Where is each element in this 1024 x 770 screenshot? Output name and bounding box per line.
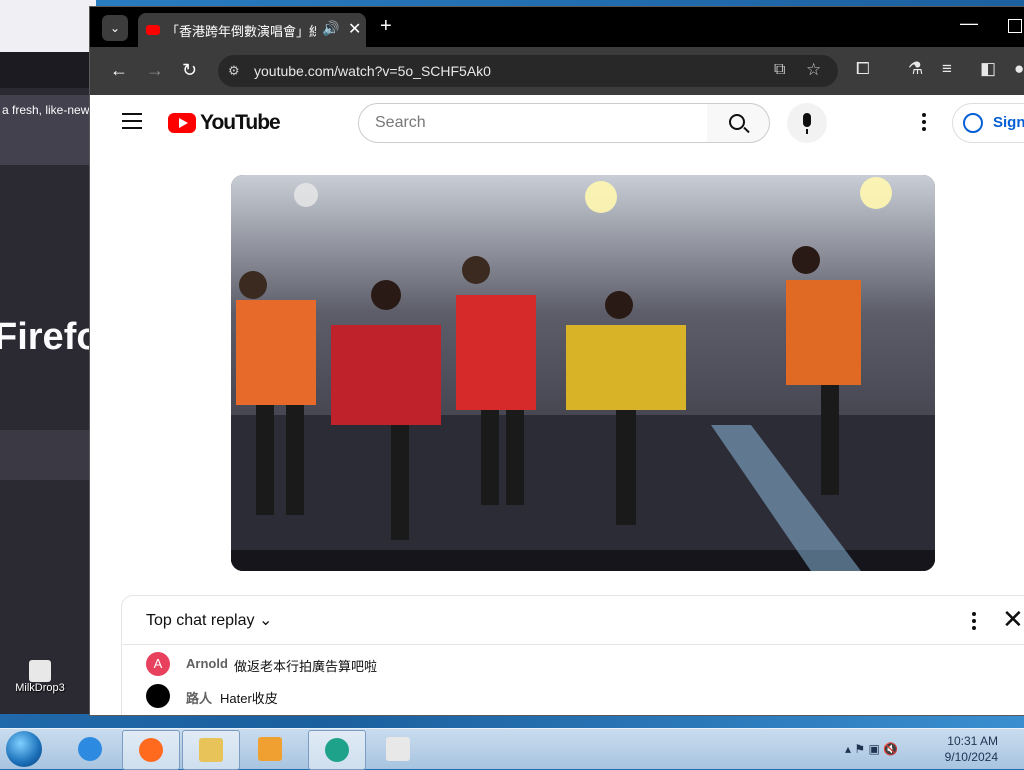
firefox-brand-text: Firefo — [0, 316, 96, 358]
chat-close-icon[interactable]: ✕ — [1002, 604, 1024, 635]
voice-search-button[interactable] — [787, 103, 827, 143]
minimize-button[interactable]: — — [960, 13, 978, 34]
firefox-panel — [0, 430, 96, 480]
tab-search-button[interactable]: ⌄ — [102, 15, 128, 41]
chat-text: Hater收皮 — [220, 691, 278, 706]
chrome-window: ⌄ 「香港跨年倒數演唱會」線上 🔊 ✕ + — ← → ↻ ⚙ youtube.… — [89, 6, 1024, 716]
new-tab-button[interactable]: + — [380, 15, 392, 38]
search-icon-handle — [743, 126, 750, 134]
install-app-icon[interactable]: ⧉ — [774, 61, 785, 79]
chrome-icon — [325, 738, 349, 762]
tab-title: 「香港跨年倒數演唱會」線上 — [166, 24, 316, 39]
back-button[interactable]: ← — [110, 59, 128, 81]
video-frame — [231, 175, 935, 571]
taskbar: ▴ ⚑ ▣ 🔇 10:31 AM 9/10/2024 — [0, 728, 1024, 770]
sign-in-label: Sign — [993, 114, 1024, 131]
chat-header-label: Top chat replay — [146, 612, 255, 629]
video-player[interactable] — [231, 175, 935, 571]
tab-youtube[interactable]: 「香港跨年倒數演唱會」線上 🔊 ✕ — [138, 13, 366, 47]
firefox-icon — [139, 738, 163, 762]
browser-toolbar: ← → ↻ ⚙ youtube.com/watch?v=5o_SCHF5Ak0 … — [90, 47, 1024, 95]
youtube-logo-text[interactable]: YouTube — [200, 111, 281, 135]
chat-divider — [122, 644, 1024, 645]
tab-bar: ⌄ 「香港跨年倒數演唱會」線上 🔊 ✕ + — — [90, 7, 1024, 47]
media-player-icon — [258, 737, 282, 761]
taskbar-internet-explorer[interactable] — [62, 730, 118, 768]
taskbar-firefox[interactable] — [122, 730, 180, 770]
firefox-window[interactable]: a fresh, like-new Firefo — [0, 0, 96, 714]
play-triangle-icon — [179, 118, 188, 128]
system-tray[interactable]: ▴ ⚑ ▣ 🔇 — [845, 742, 898, 756]
address-bar[interactable]: ⚙ youtube.com/watch?v=5o_SCHF5Ak0 ⧉ ☆ — [218, 55, 838, 87]
clock-date: 9/10/2024 — [944, 750, 998, 764]
microphone-icon-stem — [806, 129, 808, 134]
side-panel-icon[interactable]: ◧ — [980, 59, 996, 79]
chevron-down-icon: ⌄ — [258, 612, 273, 629]
labs-flask-icon[interactable]: ⚗ — [908, 59, 923, 79]
taskbar-chrome[interactable] — [308, 730, 366, 770]
microphone-icon — [803, 113, 811, 127]
tab-close-button[interactable]: ✕ — [348, 19, 361, 39]
chat-author: Arnold — [186, 656, 228, 671]
taskbar-milkdrop[interactable] — [370, 730, 426, 768]
firefox-hero-text: a fresh, like-new — [2, 103, 90, 117]
live-chat-panel: Top chat replay ⌄ ✕ A Arnold 做返老本行拍廣告算吧啦… — [121, 595, 1024, 715]
internet-explorer-icon — [78, 737, 102, 761]
start-button[interactable] — [6, 731, 42, 767]
maximize-button[interactable] — [1008, 19, 1022, 33]
avatar: A — [146, 652, 170, 676]
site-info-icon[interactable]: ⚙ — [228, 63, 240, 79]
folder-icon — [199, 738, 223, 762]
milkdrop-icon — [29, 660, 51, 682]
network-icon[interactable]: ▣ — [868, 742, 879, 756]
chat-more-icon[interactable] — [972, 612, 976, 633]
extensions-icon[interactable]: ⧠ — [856, 59, 870, 79]
youtube-page: YouTube Search Sign Top chat replay ⌄ ✕ … — [90, 95, 1024, 715]
taskbar-explorer[interactable] — [182, 730, 240, 770]
sign-in-button[interactable]: Sign — [952, 103, 1024, 143]
bookmark-star-icon[interactable]: ☆ — [806, 60, 821, 80]
volume-muted-icon[interactable]: 🔇 — [883, 742, 898, 756]
hamburger-menu-icon[interactable] — [122, 113, 142, 134]
taskbar-media-player[interactable] — [242, 730, 298, 768]
forward-button[interactable]: → — [146, 59, 164, 81]
search-placeholder: Search — [375, 114, 426, 131]
firefox-titlebar — [0, 0, 96, 52]
chevron-down-icon: ⌄ — [109, 21, 121, 35]
chat-text: 做返老本行拍廣告算吧啦 — [234, 659, 378, 674]
firefox-tab-strip — [0, 52, 96, 88]
speaker-icon[interactable]: 🔊 — [322, 20, 339, 37]
settings-kebab-icon[interactable] — [922, 113, 926, 134]
flag-icon[interactable]: ⚑ — [854, 742, 865, 756]
avatar — [146, 684, 170, 708]
chat-author: 路人 — [186, 691, 213, 706]
url-text[interactable]: youtube.com/watch?v=5o_SCHF5Ak0 — [254, 63, 491, 79]
desktop-icon-label: MilkDrop3 — [15, 682, 65, 694]
desktop-icon-milkdrop[interactable]: MilkDrop3 — [10, 660, 70, 704]
reload-button[interactable]: ↻ — [182, 59, 197, 81]
media-controls-icon[interactable]: ≡ — [942, 59, 952, 79]
chat-replay-dropdown[interactable]: Top chat replay ⌄ — [146, 610, 272, 630]
youtube-favicon-icon — [146, 25, 160, 35]
milkdrop-taskbar-icon — [386, 737, 410, 761]
clock[interactable]: 10:31 AM 9/10/2024 — [944, 733, 998, 765]
profile-icon[interactable]: ● — [1014, 59, 1024, 79]
search-input[interactable]: Search — [358, 103, 708, 143]
show-hidden-icons-icon[interactable]: ▴ — [845, 742, 851, 756]
account-circle-icon — [963, 113, 983, 133]
clock-time: 10:31 AM — [947, 734, 998, 748]
search-button[interactable] — [707, 103, 770, 143]
